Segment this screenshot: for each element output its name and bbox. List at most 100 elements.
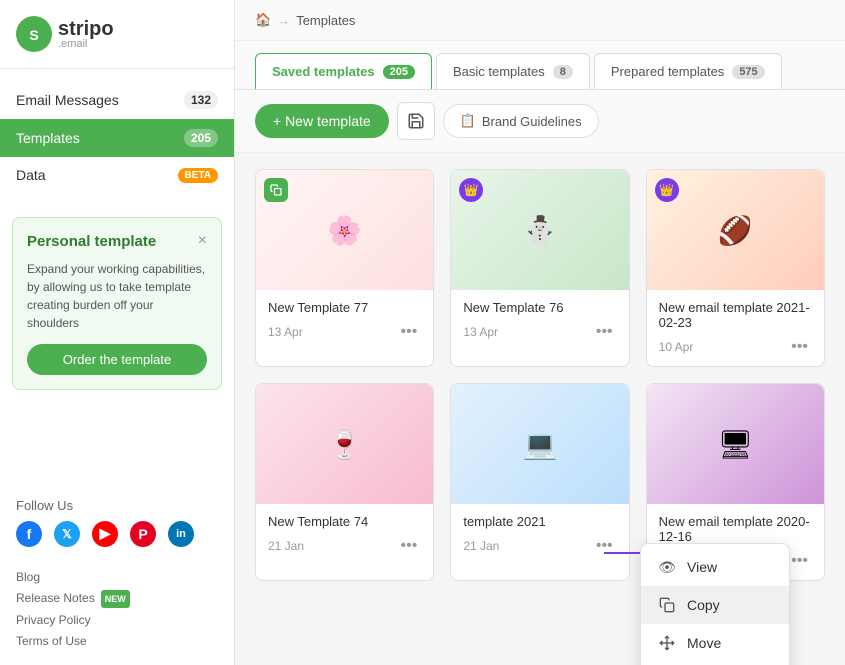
youtube-icon[interactable]: ▶	[92, 521, 118, 547]
copy-badge	[264, 178, 288, 202]
template-date-row-76: 13 Apr •••	[463, 321, 616, 343]
breadcrumb-current: Templates	[296, 13, 355, 28]
thumb-content-74: 🍷	[256, 384, 433, 504]
template-name-77: New Template 77	[268, 300, 421, 315]
template-card-21[interactable]: 💻 template 2021 21 Jan •••	[450, 383, 629, 581]
template-thumb-email2020: 🖥	[647, 384, 824, 504]
footer-link-blog[interactable]: Blog	[16, 567, 218, 589]
template-date-row-21: 21 Jan •••	[463, 535, 616, 557]
template-card-76[interactable]: 👑 ⛄ New Template 76 13 Apr •••	[450, 169, 629, 367]
template-date-74: 21 Jan	[268, 539, 304, 553]
tab-saved-label: Saved templates	[272, 64, 375, 79]
context-menu-copy-label: Copy	[687, 597, 720, 613]
sidebar-item-email-messages[interactable]: Email Messages 132	[0, 81, 234, 119]
sidebar-badge-templates: 205	[184, 129, 218, 147]
template-name-74: New Template 74	[268, 514, 421, 529]
template-date-21: 21 Jan	[463, 539, 499, 553]
templates-grid: 🌸 New Template 77 13 Apr ••• 👑 ⛄ New	[235, 153, 845, 597]
template-date-row-77: 13 Apr •••	[268, 321, 421, 343]
tab-saved-templates[interactable]: Saved templates 205	[255, 53, 432, 89]
context-menu: 👁 View Copy	[640, 543, 790, 665]
order-template-button[interactable]: Order the template	[27, 344, 207, 375]
move-icon	[657, 633, 677, 653]
template-date-row-74: 21 Jan •••	[268, 535, 421, 557]
sidebar-label-email: Email Messages	[16, 92, 119, 108]
stripo-logo-icon: S	[16, 16, 52, 52]
pinterest-icon[interactable]: P	[130, 521, 156, 547]
social-icons: f 𝕏 ▶ P in	[16, 521, 218, 547]
template-thumb-76: 👑 ⛄	[451, 170, 628, 290]
template-dots-email2023[interactable]: •••	[787, 336, 812, 358]
sidebar-badge-email: 132	[184, 91, 218, 109]
view-icon: 👁	[657, 557, 677, 577]
release-notes-new-badge: NEW	[101, 590, 130, 608]
tab-basic-label: Basic templates	[453, 64, 545, 79]
tabs-bar: Saved templates 205 Basic templates 8 Pr…	[235, 41, 845, 90]
template-thumb-email2023: 👑 🏈	[647, 170, 824, 290]
personal-template-desc: Expand your working capabilities, by all…	[27, 260, 207, 332]
tab-prepared-label: Prepared templates	[611, 64, 724, 79]
breadcrumb-home[interactable]: 🏠	[255, 12, 271, 28]
template-dots-21[interactable]: •••	[592, 535, 617, 557]
footer-link-privacy[interactable]: Privacy Policy	[16, 610, 218, 632]
sidebar-badge-data: beta	[178, 168, 218, 183]
sidebar-nav: Email Messages 132 Templates 205 Data be…	[0, 69, 234, 205]
context-menu-move[interactable]: Move	[641, 624, 789, 662]
personal-template-close[interactable]: ×	[198, 232, 207, 250]
template-card-email2023[interactable]: 👑 🏈 New email template 2021-02-23 10 Apr…	[646, 169, 825, 367]
logo-text: stripo .email	[58, 19, 114, 50]
sidebar-item-templates[interactable]: Templates 205	[0, 119, 234, 157]
context-menu-move-label: Move	[687, 635, 721, 651]
main-content: 🏠 → Templates Saved templates 205 Basic …	[235, 0, 845, 665]
sidebar-label-data: Data	[16, 167, 46, 183]
context-menu-view-label: View	[687, 559, 717, 575]
template-info-76: New Template 76 13 Apr •••	[451, 290, 628, 351]
save-icon-button[interactable]	[397, 102, 435, 140]
context-menu-view[interactable]: 👁 View	[641, 548, 789, 586]
template-date-77: 13 Apr	[268, 325, 303, 339]
tab-prepared-templates[interactable]: Prepared templates 575	[594, 53, 782, 89]
facebook-icon[interactable]: f	[16, 521, 42, 547]
sidebar-item-data[interactable]: Data beta	[0, 157, 234, 193]
logo-container[interactable]: S stripo .email	[16, 16, 218, 52]
footer-link-terms[interactable]: Terms of Use	[16, 631, 218, 653]
template-date-76: 13 Apr	[463, 325, 498, 339]
linkedin-icon[interactable]: in	[168, 521, 194, 547]
logo-stripo-text: stripo	[58, 19, 114, 39]
personal-template-header: Personal template ×	[27, 232, 207, 250]
template-thumb-21: 💻	[451, 384, 628, 504]
template-date-row-email2023: 10 Apr •••	[659, 336, 812, 358]
footer-link-release-notes[interactable]: Release Notes NEW	[16, 588, 218, 610]
sidebar-logo: S stripo .email	[0, 0, 234, 69]
template-info-77: New Template 77 13 Apr •••	[256, 290, 433, 351]
tab-prepared-badge: 575	[732, 65, 764, 79]
brand-guidelines-button[interactable]: 📋 Brand Guidelines	[443, 104, 599, 138]
template-info-21: template 2021 21 Jan •••	[451, 504, 628, 565]
template-name-email2023: New email template 2021-02-23	[659, 300, 812, 330]
template-dots-77[interactable]: •••	[397, 321, 422, 343]
template-card-74[interactable]: 🍷 New Template 74 21 Jan •••	[255, 383, 434, 581]
svg-text:S: S	[29, 27, 38, 43]
sidebar-label-templates: Templates	[16, 130, 80, 146]
logo-email-text: .email	[58, 39, 114, 50]
thumb-content-21: 💻	[451, 384, 628, 504]
breadcrumb: 🏠 → Templates	[235, 0, 845, 41]
new-template-button[interactable]: + New template	[255, 104, 389, 138]
copy-icon	[657, 595, 677, 615]
sidebar: S stripo .email Email Messages 132 Templ…	[0, 0, 235, 665]
template-name-76: New Template 76	[463, 300, 616, 315]
tab-saved-badge: 205	[383, 65, 415, 79]
template-dots-74[interactable]: •••	[397, 535, 422, 557]
template-card-77[interactable]: 🌸 New Template 77 13 Apr •••	[255, 169, 434, 367]
template-name-email2020: New email template 2020-12-16	[659, 514, 812, 544]
twitter-icon[interactable]: 𝕏	[54, 521, 80, 547]
footer-links: Blog Release Notes NEW Privacy Policy Te…	[0, 559, 234, 665]
tab-basic-badge: 8	[553, 65, 573, 79]
personal-template-card: Personal template × Expand your working …	[12, 217, 222, 390]
context-menu-copy[interactable]: Copy	[641, 586, 789, 624]
follow-us-title: Follow Us	[16, 498, 218, 513]
template-dots-email2020[interactable]: •••	[787, 550, 812, 572]
tab-basic-templates[interactable]: Basic templates 8	[436, 53, 590, 89]
template-dots-76[interactable]: •••	[592, 321, 617, 343]
breadcrumb-separator: →	[277, 13, 290, 28]
